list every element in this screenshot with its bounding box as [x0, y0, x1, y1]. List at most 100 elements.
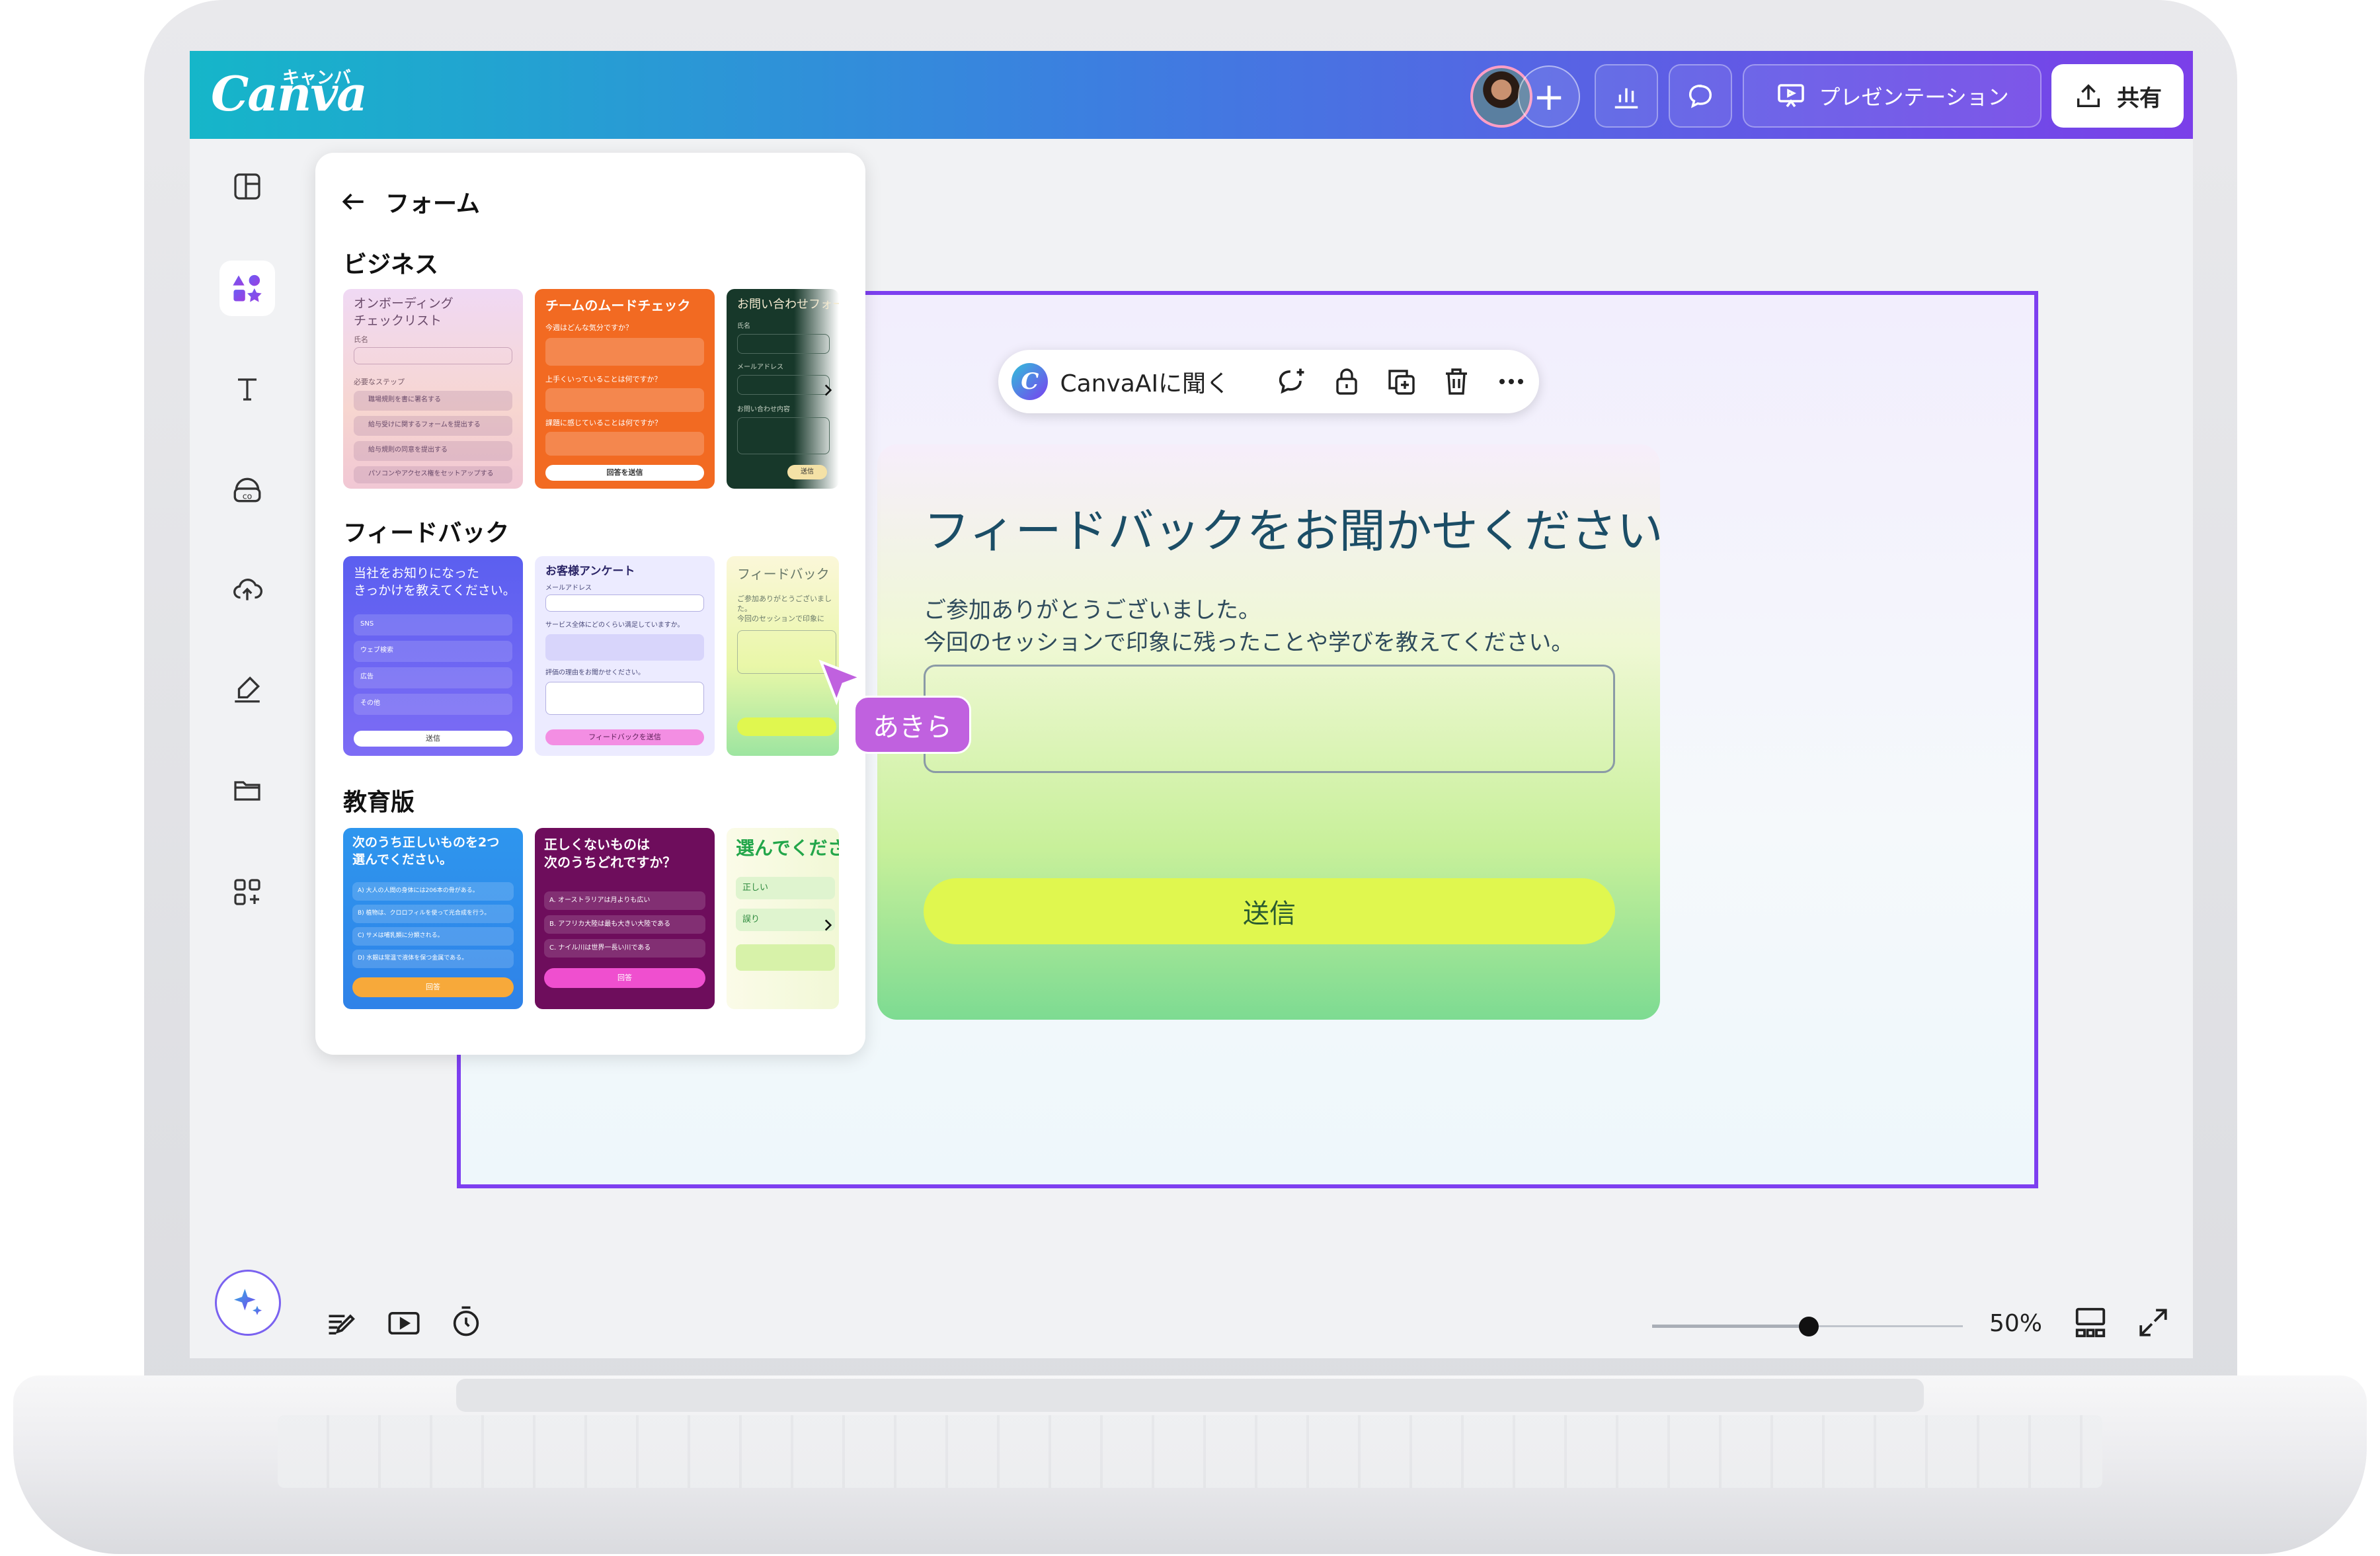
template-onboarding-item: 給与受けに関するフォームを提出する	[354, 416, 512, 436]
template-mood-q3: 課題に感じていることは何ですか？	[545, 419, 662, 427]
template-contact-input	[737, 375, 830, 395]
rail-projects-button[interactable]	[224, 767, 270, 813]
template-mood-check[interactable]: チームのムードチェック 今週はどんな気分ですか？ 上手くいっていることは何ですか…	[535, 289, 715, 489]
template-hdyk-option: 広告	[354, 667, 512, 688]
rail-text-button[interactable]	[224, 366, 270, 412]
template-customer-survey[interactable]: お客様アンケート メールアドレス サービス全体にどのくらい満足していますか。 評…	[535, 556, 715, 756]
lock-icon	[1336, 368, 1357, 395]
template-mood-input	[545, 432, 704, 456]
zoom-slider-fill	[1652, 1325, 1807, 1328]
rail-brand-button[interactable]: co	[224, 467, 270, 513]
present-button[interactable]: プレゼンテーション	[1743, 64, 2042, 128]
back-arrow-icon[interactable]	[339, 187, 368, 216]
template-quiz-choose[interactable]: 選んでくださ 正しい 誤り	[727, 828, 839, 1009]
template-fbmini-submit	[737, 717, 836, 736]
template-onboarding-title: オンボーディング チェックリスト	[354, 296, 454, 328]
duplicate-icon	[1388, 370, 1415, 395]
template-onboarding-field2: 必要なステップ	[354, 378, 405, 386]
rail-uploads-button[interactable]	[224, 566, 270, 612]
text-icon	[238, 378, 257, 401]
template-quiz2-title: 正しくないものは 次のうちどれですか？	[544, 837, 676, 870]
chevron-right-icon[interactable]	[819, 382, 836, 399]
template-hdyk-option: その他	[354, 694, 512, 715]
form-description[interactable]: ご参加ありがとうございました。 今回のセッションで印象に残ったことや学びを教えて…	[924, 594, 1664, 660]
template-contact-input	[737, 417, 830, 454]
sparkle-icon	[234, 1289, 262, 1315]
template-how-did-you-know[interactable]: 当社をお知りになった きっかけを教えてください。 SNS ウェブ検索 広告 その…	[343, 556, 523, 756]
present-label: プレゼンテーション	[1819, 85, 2009, 110]
play-icon	[388, 1311, 420, 1335]
template-onboarding-input	[354, 347, 512, 364]
timer-icon	[453, 1306, 479, 1336]
share-button[interactable]: 共有	[2051, 64, 2184, 128]
duplicate-button[interactable]	[1374, 366, 1429, 397]
template-hdyk-option: ウェブ検索	[354, 641, 512, 662]
play-button[interactable]	[387, 1306, 421, 1343]
template-quiz2-option: C. ナイル川は世界一長い川である	[544, 939, 705, 958]
delete-button[interactable]	[1429, 366, 1484, 397]
template-mood-q1: 今週はどんな気分ですか？	[545, 323, 633, 332]
template-contact-input	[737, 334, 830, 354]
panel-header: フォーム	[339, 184, 480, 219]
lock-button[interactable]	[1319, 366, 1374, 397]
timer-button[interactable]	[449, 1305, 483, 1342]
more-options-button[interactable]	[1484, 366, 1539, 397]
template-mood-q2: 上手くいっていることは何ですか？	[545, 375, 662, 384]
template-survey-q1: サービス全体にどのくらい満足していますか。	[545, 622, 684, 629]
template-contact[interactable]: お問い合わせフォーム 氏名 メールアドレス お問い合わせ内容 送信	[727, 289, 839, 489]
add-comment-button[interactable]	[1264, 364, 1319, 399]
zoom-slider-knob[interactable]	[1799, 1317, 1819, 1336]
template-onboarding-item: 給与規則の同意を提出する	[354, 441, 512, 461]
template-survey-q2: 評価の理由をお聞かせください。	[545, 669, 645, 676]
present-icon	[1778, 84, 1805, 108]
form-answer-field[interactable]	[924, 665, 1615, 773]
layout-icon	[234, 173, 260, 200]
add-collaborator-button[interactable]: +	[1518, 65, 1580, 128]
template-quiz1-title: 次のうち正しいものを2つ 選んでください。	[352, 835, 500, 867]
magic-ai-button[interactable]	[215, 1270, 281, 1336]
section-education: 教育版	[343, 789, 415, 816]
template-mood-submit: 回答を送信	[545, 465, 704, 481]
canva-logo-kana: キャンバ	[282, 68, 352, 88]
laptop-hinge	[456, 1379, 1924, 1412]
template-survey-submit: フィードバックを送信	[545, 729, 704, 745]
template-quiz3-title: 選んでくださ	[736, 837, 839, 859]
template-quiz-correct[interactable]: 次のうち正しいものを2つ 選んでください。 A) 大人の人間の身体には206本の…	[343, 828, 523, 1009]
template-quiz3-option	[736, 944, 835, 971]
chevron-right-icon[interactable]	[819, 917, 836, 934]
more-icon	[1499, 379, 1524, 384]
template-hdyk-option: SNS	[354, 614, 512, 635]
canva-ai-icon[interactable]: C	[1012, 363, 1049, 400]
insights-button[interactable]	[1595, 64, 1658, 128]
template-hdyk-submit: 送信	[354, 731, 512, 747]
comment-button[interactable]	[1669, 64, 1732, 128]
upload-icon	[2077, 84, 2100, 108]
rail-draw-button[interactable]	[224, 666, 270, 712]
rail-design-button[interactable]	[224, 163, 270, 210]
forms-panel: フォーム ビジネス オンボーディング チェックリスト 氏名 必要なステップ 職場…	[315, 153, 865, 1055]
laptop-keyboard	[278, 1415, 2102, 1488]
top-bar: Canva キャンバ + プレゼンテーション 共有	[190, 51, 2193, 139]
panel-title: フォーム	[385, 190, 480, 218]
form-desc-line2: 今回のセッションで印象に残ったことや学びを教えてください。	[924, 630, 1574, 657]
template-onboarding[interactable]: オンボーディング チェックリスト 氏名 必要なステップ 職場規則を書に署名する …	[343, 289, 523, 489]
rail-elements-button[interactable]	[224, 265, 270, 311]
grid-view-button[interactable]	[2073, 1305, 2108, 1343]
template-contact-submit: 送信	[787, 465, 827, 479]
app-screen: Canva キャンバ + プレゼンテーション 共有 co フィードバックをお聞か…	[190, 51, 2193, 1358]
notes-button[interactable]	[325, 1306, 359, 1343]
draw-icon	[235, 676, 260, 703]
form-submit-button[interactable]: 送信	[924, 878, 1615, 944]
folder-icon	[234, 781, 260, 801]
template-quiz-incorrect[interactable]: 正しくないものは 次のうちどれですか？ A. オーストラリアは月よりも広い B.…	[535, 828, 715, 1009]
ask-canva-ai-button[interactable]: CanvaAIに聞く	[1060, 364, 1264, 399]
bar-chart-icon	[1614, 88, 1638, 108]
shapes-icon	[233, 274, 262, 302]
template-quiz1-option: D) 水銀は常温で液体を保つ金属である。	[352, 950, 514, 968]
section-business: ビジネス	[343, 251, 439, 278]
form-title[interactable]: フィードバックをお聞かせください	[924, 494, 1664, 561]
template-onboarding-field1: 氏名	[354, 335, 368, 344]
zoom-level[interactable]: 50%	[1989, 1310, 2042, 1337]
rail-apps-button[interactable]	[224, 869, 270, 915]
fullscreen-button[interactable]	[2137, 1306, 2170, 1342]
